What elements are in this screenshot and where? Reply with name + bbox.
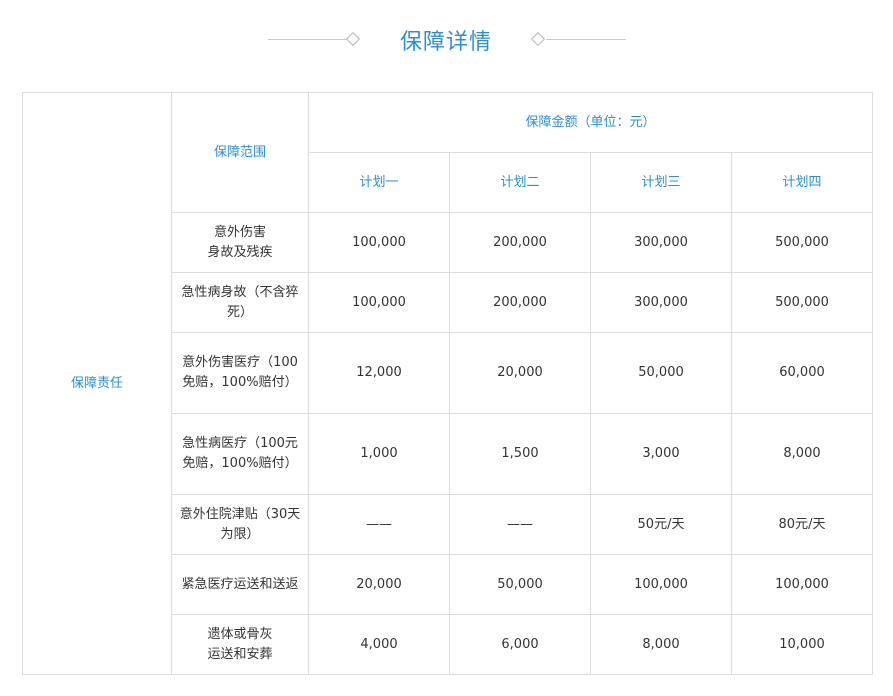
coverage-item-name-line: 免赔，100%赔付） xyxy=(182,456,298,471)
coverage-item-name-line: 免赔，100%赔付） xyxy=(182,375,298,390)
coverage-amount-plan-1: 100,000 xyxy=(308,212,450,273)
coverage-amount-plan-4: 10,000 xyxy=(730,614,874,675)
coverage-amount-plan-2: 200,000 xyxy=(449,272,591,333)
amount-header: 保障金额（单位：元） xyxy=(307,92,874,153)
coverage-amount-plan-4: 60,000 xyxy=(730,332,874,414)
coverage-amount-plan-2: 1,500 xyxy=(449,413,591,495)
coverage-item-name: 急性病身故（不含猝 死） xyxy=(171,272,309,333)
coverage-item-name: 遗体或骨灰运送和安葬 xyxy=(171,614,309,675)
coverage-item-name-line: 身故及残疾 xyxy=(207,244,273,260)
coverage-item-name-line: 意外住院津贴（30天 xyxy=(179,506,301,522)
coverage-amount-plan-4: 500,000 xyxy=(730,272,874,333)
coverage-amount-plan-1: 4,000 xyxy=(308,614,450,675)
coverage-amount-plan-2: 50,000 xyxy=(449,554,591,615)
coverage-item-name-line: 为限） xyxy=(220,526,260,542)
coverage-item-name-line: 意外伤害 xyxy=(213,224,266,240)
coverage-amount-plan-3: 300,000 xyxy=(590,212,732,273)
coverage-item-name-line: 意外伤害医疗（100 xyxy=(182,355,298,370)
coverage-item-name: 紧急医疗运送和送返 xyxy=(171,554,309,615)
coverage-item-name-line: 急性病医疗（100元 xyxy=(182,436,298,451)
coverage-amount-plan-3: 8,000 xyxy=(590,614,732,675)
coverage-amount-plan-4: 500,000 xyxy=(730,212,874,273)
plan-header-1: 计划一 xyxy=(308,152,450,213)
diamond-ornament-left-icon xyxy=(345,31,361,47)
scope-header: 保障范围 xyxy=(171,92,309,213)
coverage-amount-plan-1: 1,000 xyxy=(308,413,450,495)
coverage-item-name: 意外住院津贴（30天 为限） xyxy=(171,494,309,555)
coverage-amount-plan-4: 8,000 xyxy=(730,413,874,495)
coverage-amount-plan-2: 6,000 xyxy=(449,614,591,675)
section-title-bar: 保障详情 xyxy=(0,18,893,62)
plan-header-3: 计划三 xyxy=(590,152,732,213)
plan-header-4: 计划四 xyxy=(730,152,874,213)
title-divider-left xyxy=(268,39,348,40)
coverage-amount-plan-3: 100,000 xyxy=(590,554,732,615)
coverage-amount-plan-2: —— xyxy=(449,494,591,555)
plan-header-2: 计划二 xyxy=(449,152,591,213)
coverage-amount-plan-4: 100,000 xyxy=(730,554,874,615)
title-divider-right xyxy=(546,39,626,40)
coverage-item-name-line: 运送和安葬 xyxy=(207,646,273,662)
coverage-amount-plan-4: 80元/天 xyxy=(730,494,874,555)
coverage-amount-plan-1: 12,000 xyxy=(308,332,450,414)
coverage-item-name: 意外伤害医疗（100 免赔，100%赔付） xyxy=(171,332,309,414)
coverage-item-name: 急性病医疗（100元 免赔，100%赔付） xyxy=(171,413,309,495)
diamond-ornament-right-icon xyxy=(530,31,546,47)
responsibility-label: 保障责任 xyxy=(22,92,172,675)
coverage-item-name-line: 急性病身故（不含猝 xyxy=(181,284,299,300)
coverage-amount-plan-1: 100,000 xyxy=(308,272,450,333)
coverage-item-name-line: 死） xyxy=(226,304,253,320)
coverage-table: 保障责任 保障范围 保障金额（单位：元） 计划一 计划二 计划三 计划四 意外伤… xyxy=(22,92,874,675)
coverage-amount-plan-2: 20,000 xyxy=(449,332,591,414)
coverage-amount-plan-2: 200,000 xyxy=(449,212,591,273)
coverage-item-name-line: 紧急医疗运送和送返 xyxy=(181,576,299,592)
coverage-amount-plan-3: 50元/天 xyxy=(590,494,732,555)
coverage-item-name-line: 遗体或骨灰 xyxy=(207,626,273,642)
page-title: 保障详情 xyxy=(399,30,492,55)
coverage-amount-plan-3: 3,000 xyxy=(590,413,732,495)
coverage-amount-plan-1: 20,000 xyxy=(308,554,450,615)
coverage-amount-plan-3: 50,000 xyxy=(590,332,732,414)
coverage-amount-plan-1: —— xyxy=(308,494,450,555)
coverage-item-name: 意外伤害 身故及残疾 xyxy=(171,212,309,273)
coverage-amount-plan-3: 300,000 xyxy=(590,272,732,333)
